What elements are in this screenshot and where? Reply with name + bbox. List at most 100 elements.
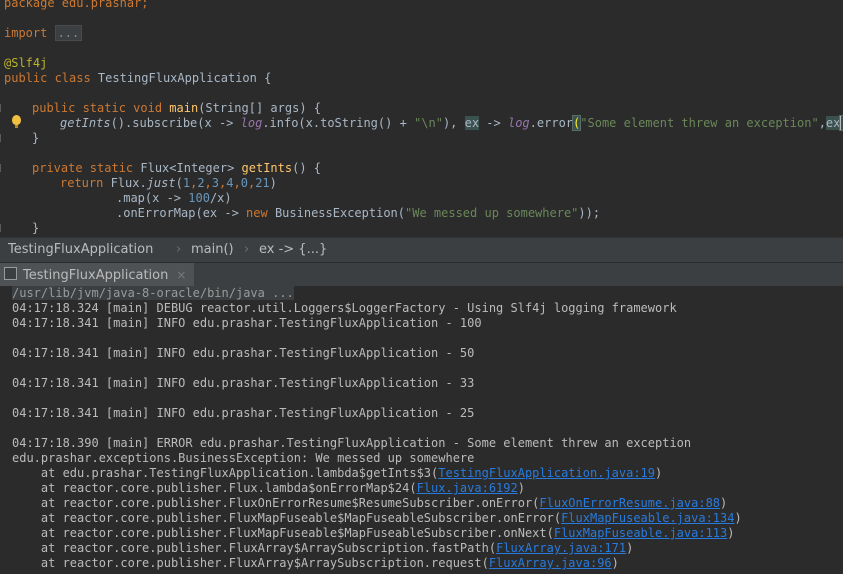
- fold-marker[interactable]: [0, 134, 5, 142]
- code-line[interactable]: }: [32, 131, 39, 146]
- code-line[interactable]: }: [32, 221, 39, 236]
- code-token: }: [32, 221, 40, 235]
- console-command[interactable]: /usr/lib/jvm/java-8-oracle/bin/java ...: [12, 286, 294, 300]
- code-token: ),: [442, 116, 465, 130]
- log-line-error: 04:17:18.390 [main] ERROR edu.prashar.Te…: [12, 436, 692, 450]
- code-line[interactable]: @Slf4j: [4, 56, 47, 71]
- source-link[interactable]: FluxArray.java:96: [489, 556, 612, 570]
- stack-frame: at reactor.core.publisher.FluxArray$Arra…: [12, 541, 633, 556]
- breadcrumb-separator: ›: [244, 242, 250, 257]
- class-modifier: public class: [4, 71, 98, 85]
- code-token: () {: [292, 161, 322, 175]
- source-link[interactable]: TestingFluxApplication.java:19: [438, 466, 655, 480]
- stack-text: at reactor.core.publisher.FluxOnErrorRes…: [12, 496, 540, 510]
- breadcrumb-separator: ›: [176, 242, 182, 257]
- folded-imports[interactable]: ...: [54, 25, 83, 41]
- code-token: ,: [204, 176, 212, 190]
- code-token: .error: [529, 116, 574, 130]
- code-line-current[interactable]: getInts().subscribe(x -> log.info(x.toSt…: [60, 115, 843, 131]
- code-token: .onErrorMap(ex ->: [116, 206, 247, 220]
- breadcrumb: TestingFluxApplication › main() › ex -> …: [0, 237, 843, 263]
- stack-text: at reactor.core.publisher.FluxArray$Arra…: [12, 541, 497, 555]
- code-editor[interactable]: package edu.prashar; import ... @Slf4j p…: [0, 0, 843, 237]
- code-token: ): [269, 176, 277, 190]
- code-token: "\n": [414, 116, 443, 130]
- code-token: ->: [479, 116, 508, 130]
- stack-text: at reactor.core.publisher.FluxMapFuseabl…: [12, 526, 554, 540]
- log-line: 04:17:18.341 [main] INFO edu.prashar.Tes…: [12, 316, 482, 330]
- exception-line: edu.prashar.exceptions.BusinessException…: [12, 451, 475, 465]
- source-link[interactable]: FluxArray.java:171: [496, 541, 626, 555]
- code-token: getInts: [60, 116, 111, 130]
- code-token: ex: [464, 116, 480, 130]
- breadcrumb-method[interactable]: main(): [191, 242, 234, 257]
- console-output[interactable]: /usr/lib/jvm/java-8-oracle/bin/java ... …: [0, 286, 843, 574]
- code-token: "Some element threw an exception": [580, 116, 819, 130]
- annotation: @Slf4j: [4, 56, 48, 70]
- code-token: /x): [209, 191, 232, 205]
- method-modifiers: public static void: [32, 101, 170, 115]
- code-line[interactable]: .map(x -> 100/x): [116, 191, 232, 206]
- console-icon: [4, 267, 17, 280]
- code-token: }: [32, 131, 40, 145]
- close-icon[interactable]: ×: [176, 268, 186, 282]
- fold-marker[interactable]: [0, 164, 5, 172]
- source-link[interactable]: FluxMapFuseable.java:134: [561, 511, 734, 525]
- package-statement: package edu.prashar;: [4, 0, 149, 10]
- breadcrumb-class[interactable]: TestingFluxApplication: [8, 242, 153, 257]
- code-line[interactable]: .onErrorMap(ex -> new BusinessException(…: [116, 206, 600, 221]
- code-line[interactable]: private static Flux<Integer> getInts() {: [32, 161, 321, 176]
- log-line: 04:17:18.341 [main] INFO edu.prashar.Tes…: [12, 406, 475, 420]
- code-line[interactable]: return Flux.just(1,2,3,4,0,21): [60, 176, 277, 191]
- source-link[interactable]: Flux.java:6192: [417, 481, 518, 495]
- stack-frame: at reactor.core.publisher.FluxMapFuseabl…: [12, 526, 735, 541]
- fold-marker[interactable]: [0, 104, 5, 112]
- code-token: BusinessException(: [274, 206, 405, 220]
- stack-frame: at reactor.core.publisher.FluxMapFuseabl…: [12, 511, 742, 526]
- code-token: log: [507, 116, 530, 130]
- code-token: 3: [211, 176, 220, 190]
- code-token: just: [146, 176, 176, 190]
- code-token: 0: [240, 176, 248, 190]
- code-token: ,: [818, 116, 826, 130]
- code-token: 2: [197, 176, 205, 190]
- stack-frame: at reactor.core.publisher.FluxOnErrorRes…: [12, 496, 727, 511]
- code-line[interactable]: public static void main(String[] args) {: [32, 101, 321, 116]
- stack-text: ): [734, 511, 742, 525]
- method-name: getInts: [241, 161, 293, 175]
- source-link[interactable]: FluxMapFuseable.java:113: [554, 526, 727, 540]
- method-params: (String[] args) {: [198, 101, 322, 115]
- code-token: ().subscribe(x ->: [110, 116, 241, 130]
- code-token: 100: [188, 191, 210, 205]
- stack-text: at edu.prashar.TestingFluxApplication.la…: [12, 466, 439, 480]
- code-token: .map(x ->: [116, 191, 189, 205]
- stack-text: ): [727, 526, 735, 540]
- tab-run-config[interactable]: TestingFluxApplication ×: [0, 263, 195, 287]
- lightbulb-icon[interactable]: [12, 115, 21, 128]
- import-keyword: import: [4, 26, 55, 40]
- code-token: log: [240, 116, 263, 130]
- code-line[interactable]: package edu.prashar;: [4, 0, 149, 11]
- log-line: 04:17:18.341 [main] INFO edu.prashar.Tes…: [12, 346, 475, 360]
- breadcrumb-lambda[interactable]: ex -> {...}: [259, 242, 327, 257]
- code-token: new: [246, 206, 275, 220]
- stack-frame: at edu.prashar.TestingFluxApplication.la…: [12, 466, 662, 481]
- source-link[interactable]: FluxOnErrorResume.java:88: [539, 496, 720, 510]
- stack-text: ): [517, 481, 525, 495]
- method-name: main: [169, 101, 199, 115]
- stack-text: at reactor.core.publisher.FluxArray$Arra…: [12, 556, 489, 570]
- code-token: private static: [32, 161, 141, 175]
- run-tabbar: TestingFluxApplication ×: [0, 262, 843, 287]
- stack-text: at reactor.core.publisher.Flux.lambda$on…: [12, 481, 417, 495]
- tab-label: TestingFluxApplication: [23, 268, 169, 283]
- code-token: ex: [825, 116, 841, 130]
- code-token: Flux.: [110, 176, 147, 190]
- code-line[interactable]: public class TestingFluxApplication {: [4, 71, 271, 86]
- stack-text: ): [611, 556, 619, 570]
- stack-text: ): [655, 466, 663, 480]
- code-token: 21: [255, 176, 270, 190]
- code-token: Flux<Integer>: [140, 161, 242, 175]
- fold-marker[interactable]: [0, 224, 5, 232]
- code-token: "We messed up somewhere": [405, 206, 579, 220]
- code-line[interactable]: import ...: [4, 25, 83, 41]
